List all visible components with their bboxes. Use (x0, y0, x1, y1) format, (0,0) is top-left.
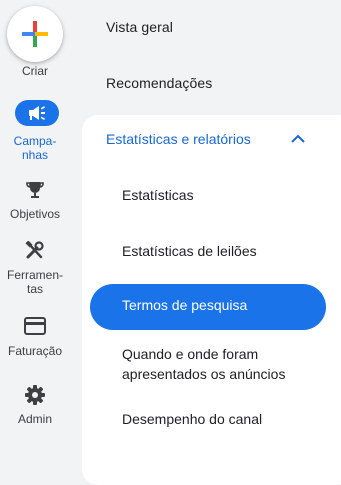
sub-item-when-where-ads-showed-1[interactable]: Quando e onde foram (122, 344, 258, 364)
rail-label-tools-2: tas (26, 282, 43, 296)
credit-card-icon[interactable] (24, 317, 46, 335)
chevron-up-icon[interactable] (290, 133, 306, 145)
campaign-icon (29, 106, 46, 120)
rail-item-campaigns[interactable] (15, 100, 59, 126)
gear-icon[interactable] (24, 384, 46, 406)
left-rail: Criar Campa- nhas Objetivos Ferramen- ta… (0, 0, 70, 465)
sub-item-channel-performance[interactable]: Desempenho do canal (122, 409, 262, 429)
section-header-insights-reports[interactable]: Estatísticas e relatórios (106, 131, 251, 147)
sub-item-search-terms-label: Termos de pesquisa (122, 297, 248, 313)
nav-link-overview[interactable]: Vista geral (106, 19, 173, 35)
rail-label-billing: Faturação (7, 344, 63, 358)
trophy-icon[interactable] (25, 180, 45, 200)
rail-label-tools-1: Ferramen- (6, 268, 63, 282)
sub-item-auction-insights[interactable]: Estatísticas de leilões (122, 241, 257, 261)
rail-label-goals: Objetivos (9, 207, 61, 221)
create-label: Criar (22, 64, 48, 78)
sub-item-when-where-ads-showed-2[interactable]: apresentados os anúncios (122, 364, 285, 384)
sub-item-search-terms[interactable]: Termos de pesquisa (90, 284, 326, 330)
tools-icon[interactable] (25, 241, 45, 261)
plus-icon (22, 21, 48, 47)
rail-label-campaigns-2: nhas (21, 148, 49, 162)
create-button[interactable] (7, 6, 63, 62)
nav-link-recommendations[interactable]: Recomendações (106, 75, 212, 91)
rail-label-campaigns-1: Campa- (13, 134, 57, 148)
rail-label-admin: Admin (17, 412, 52, 426)
sub-item-insights[interactable]: Estatísticas (122, 185, 194, 205)
